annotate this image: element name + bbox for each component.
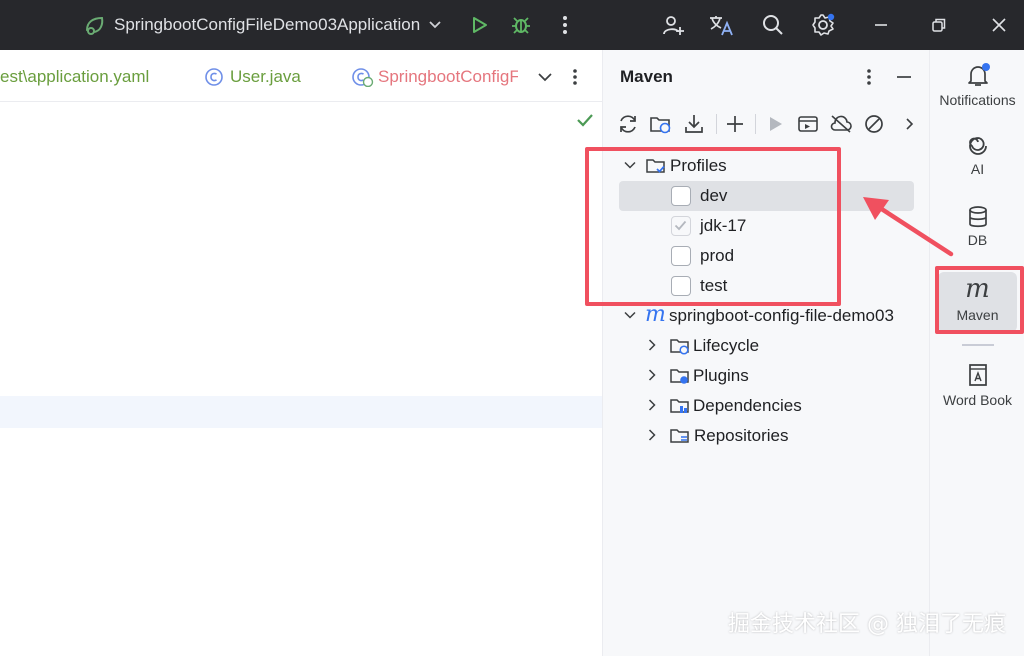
chevron-down-icon	[429, 21, 441, 29]
current-line-highlight	[0, 396, 602, 428]
strip-label: Notifications	[939, 92, 1016, 108]
editor-area[interactable]: est\application.yaml User.java Springboo…	[0, 50, 602, 656]
tabs-overflow-chevron-icon[interactable]	[536, 68, 554, 86]
tab-label: User.java	[230, 67, 301, 86]
editor-tab-bar: est\application.yaml User.java Springboo…	[0, 50, 602, 102]
tab-springboot-config[interactable]: SpringbootConfigF	[352, 66, 518, 88]
search-icon[interactable]	[760, 12, 786, 38]
chevron-down-icon[interactable]	[623, 308, 637, 322]
run-configuration-label: SpringbootConfigFileDemo03Application	[114, 15, 421, 34]
tab-label: SpringbootConfigF	[378, 67, 518, 86]
tree-label: Dependencies	[693, 396, 802, 415]
tree-node-repositories[interactable]: Repositories	[603, 421, 930, 451]
annotation-arrow-icon	[863, 197, 954, 257]
execute-goal-icon[interactable]	[796, 112, 820, 136]
annotation-box-profiles	[585, 147, 841, 306]
repositories-folder-icon	[670, 429, 689, 443]
class-icon	[205, 68, 223, 86]
maven-toolbar	[603, 108, 930, 140]
chevron-right-icon[interactable]	[645, 428, 659, 442]
ai-icon	[968, 137, 987, 155]
strip-separator	[962, 344, 994, 346]
spring-boot-icon	[85, 16, 104, 35]
tree-label: Repositories	[694, 426, 789, 445]
strip-word-book[interactable]: Word Book	[930, 362, 1024, 408]
minimize-icon[interactable]	[868, 12, 894, 38]
debug-icon[interactable]	[508, 12, 534, 38]
maven-panel-title: Maven	[620, 67, 673, 86]
title-bar: SpringbootConfigFileDemo03Application	[0, 0, 1024, 50]
maven-header: Maven	[603, 50, 930, 102]
run-configuration-selector[interactable]: SpringbootConfigFileDemo03Application	[84, 13, 442, 37]
strip-label: Word Book	[943, 392, 1012, 408]
settings-gear-icon[interactable]	[810, 12, 836, 38]
lifecycle-folder-icon	[670, 339, 689, 355]
close-window-icon[interactable]	[986, 12, 1012, 38]
skip-tests-icon[interactable]	[862, 112, 886, 136]
tree-node-plugins[interactable]: Plugins	[603, 361, 930, 391]
strip-ai[interactable]: AI	[930, 134, 1024, 177]
tree-node-lifecycle[interactable]: Lifecycle	[603, 331, 930, 361]
dependencies-folder-icon	[670, 399, 689, 413]
database-icon	[968, 206, 987, 228]
run-maven-build-icon[interactable]	[763, 112, 787, 136]
tree-label: Plugins	[693, 366, 749, 385]
tree-node-dependencies[interactable]: Dependencies	[603, 391, 930, 421]
book-icon	[968, 364, 987, 386]
tree-label: Lifecycle	[693, 336, 760, 355]
maven-options-icon[interactable]	[866, 67, 874, 87]
more-vertical-icon[interactable]	[552, 12, 578, 38]
translate-icon[interactable]	[708, 12, 734, 38]
chevron-right-icon[interactable]	[645, 338, 659, 352]
restore-window-icon[interactable]	[926, 12, 952, 38]
strip-notifications[interactable]: Notifications	[930, 62, 1024, 108]
plugins-folder-icon	[670, 369, 689, 384]
run-icon[interactable]	[466, 12, 492, 38]
toolbar-separator	[755, 114, 756, 134]
annotation-box-maven	[935, 266, 1024, 334]
download-sources-icon[interactable]	[682, 112, 706, 136]
bell-icon	[967, 63, 990, 86]
right-tool-strip: Notifications AI DB m Maven Word Book	[929, 50, 1024, 656]
spring-class-icon	[352, 68, 374, 87]
chevron-right-icon[interactable]	[645, 368, 659, 382]
toolbar-separator	[716, 114, 717, 134]
toolbar-more-chevron-icon[interactable]	[897, 112, 921, 136]
hide-panel-icon[interactable]	[895, 68, 913, 86]
reload-projects-icon[interactable]	[616, 112, 640, 136]
add-user-icon[interactable]	[660, 12, 686, 38]
project-label: springboot-config-file-demo03	[669, 306, 894, 325]
offline-mode-icon[interactable]	[829, 112, 853, 136]
tab-label: est\application.yaml	[0, 67, 150, 86]
chevron-right-icon[interactable]	[645, 398, 659, 412]
strip-label: AI	[970, 161, 985, 177]
watermark-text: 掘金技术社区 @ 独泪了无痕	[728, 612, 1006, 637]
add-maven-project-icon[interactable]	[723, 112, 747, 136]
tab-user-java[interactable]: User.java	[204, 66, 301, 88]
maven-tool-window: Maven Profiles dev jdk-17 prod test m sp…	[602, 50, 929, 656]
reload-folder-icon[interactable]	[649, 112, 673, 136]
inspection-ok-check-icon	[576, 112, 594, 128]
tab-application-yaml[interactable]: est\application.yaml	[0, 66, 149, 88]
tabs-more-icon[interactable]	[572, 67, 582, 87]
